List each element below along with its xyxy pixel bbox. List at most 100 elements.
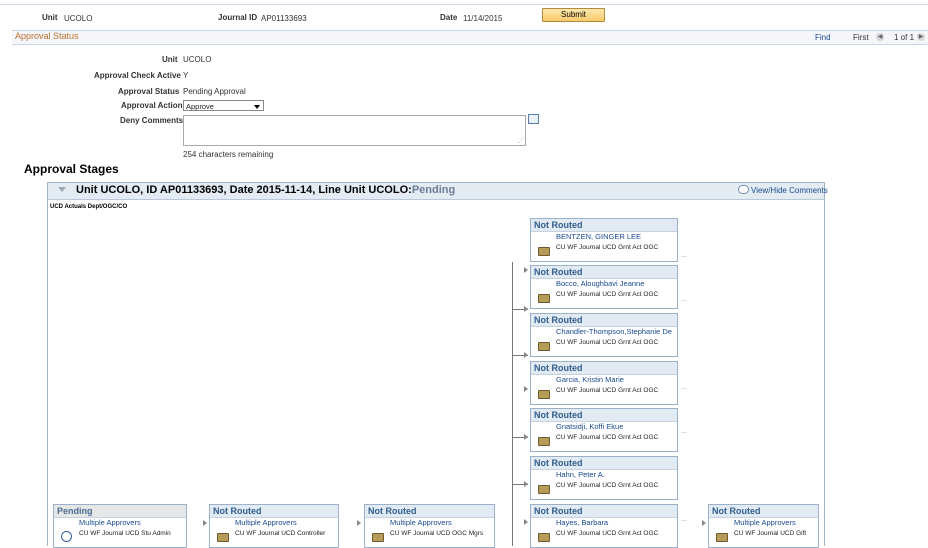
approver-name-link[interactable]: Chandler-Thompson,Stephanie De [556, 327, 672, 336]
expand-icon[interactable] [528, 114, 539, 124]
nav-next-icon[interactable]: ▶ [917, 33, 925, 41]
check-active-value: Y [183, 71, 189, 80]
approval-action-label: Approval Action [121, 101, 183, 110]
more-dash: ... [681, 428, 687, 435]
approver-role: CU WF Journal UCD Controller [235, 530, 326, 537]
approver-card: Not Routed Gnatsidji, Koffi Ekue CU WF J… [530, 408, 678, 452]
approver-icon [372, 533, 384, 542]
stage-title-text: Unit UCOLO, ID AP01133693, Date 2015-11-… [76, 184, 412, 196]
date-label: Date [440, 13, 458, 22]
more-dash: ... [681, 252, 687, 259]
submit-button[interactable]: Submit [542, 8, 605, 22]
approver-icon [538, 485, 550, 494]
approval-status-label: Approval Status [118, 87, 180, 96]
stage-container [47, 182, 825, 546]
deny-comments-label: Deny Comments [120, 116, 184, 125]
approver-card: Not Routed Hayes, Barbara CU WF Journal … [530, 504, 678, 548]
card-status: Not Routed [531, 457, 677, 470]
more-dash: ... [681, 384, 687, 391]
approval-stages-title: Approval Stages [24, 162, 119, 176]
flow-arrow-icon [524, 352, 528, 358]
approver-name-link[interactable]: Multiple Approvers [79, 518, 141, 527]
unit-value: UCOLO [64, 14, 93, 23]
approver-role: CU WF Journal UCD Grnt Act OGC [556, 434, 659, 441]
approver-role: CU WF Journal UCD OGC Mgrs [390, 530, 484, 537]
approval-status-bar [12, 30, 928, 45]
status-unit-label: Unit [162, 55, 178, 64]
path-name: UCD Actuals Dept/OGC/CO [50, 204, 128, 210]
approver-role: CU WF Journal UCD Grnt Act OGC [556, 482, 659, 489]
approver-role: CU WF Journal UCD Grnt Act OGC [556, 387, 659, 394]
approver-card: Not Routed Garcia, Kristin Marie CU WF J… [530, 361, 678, 405]
approver-card: Not Routed Multiple Approvers CU WF Jour… [209, 504, 339, 548]
stage-title: Unit UCOLO, ID AP01133693, Date 2015-11-… [76, 184, 455, 196]
flow-arrow-icon [524, 386, 528, 392]
more-dash: ... [681, 516, 687, 523]
approver-role: CU WF Journal UCD Grnt Act OGC [556, 530, 659, 537]
approver-name-link[interactable]: BENTZEN, GINGER LEE [556, 232, 641, 241]
approver-icon [538, 390, 550, 399]
flow-arrow-icon [203, 520, 207, 526]
approver-card: Not Routed Hahn, Peter A. CU WF Journal … [530, 456, 678, 500]
top-border [0, 0, 928, 5]
chars-remaining: 254 characters remaining [183, 150, 274, 159]
flow-arrow-icon [524, 481, 528, 487]
approver-icon [538, 437, 550, 446]
more-dash: ... [681, 296, 687, 303]
journal-label: Journal ID [218, 13, 258, 22]
card-status: Pending [54, 505, 186, 518]
approval-action-select[interactable]: Approve [183, 100, 264, 111]
clock-icon [61, 531, 72, 542]
approval-status-value: Pending Approval [183, 87, 246, 96]
flow-arrow-icon [524, 434, 528, 440]
approver-icon [538, 342, 550, 351]
flow-arrow-icon [524, 519, 528, 525]
approver-icon [538, 533, 550, 542]
flow-arrow-icon [524, 306, 528, 312]
collapse-icon[interactable] [58, 187, 66, 192]
card-status: Not Routed [210, 505, 338, 518]
card-status: Not Routed [531, 362, 677, 375]
approver-name-link[interactable]: Multiple Approvers [390, 518, 452, 527]
approval-action-value: Approve [186, 102, 214, 111]
stage-title-status: Pending [411, 184, 456, 196]
card-status: Not Routed [365, 505, 494, 518]
comment-bubble-icon[interactable] [738, 185, 749, 194]
approval-status-title: Approval Status [15, 31, 79, 41]
deny-comments-textarea[interactable]: ⋰ [183, 115, 526, 146]
approver-icon [538, 247, 550, 256]
approver-name-link[interactable]: Multiple Approvers [734, 518, 796, 527]
approver-name-link[interactable]: Hayes, Barbara [556, 518, 608, 527]
flow-arrow-icon [702, 520, 706, 526]
approver-card: Not Routed BENTZEN, GINGER LEE CU WF Jou… [530, 218, 678, 262]
connector-vertical [512, 262, 513, 546]
date-value: 11/14/2015 [463, 14, 503, 23]
check-active-label: Approval Check Active [94, 71, 181, 80]
card-status: Not Routed [709, 505, 818, 518]
nav-prev-icon[interactable]: ◀ [876, 33, 884, 41]
approver-name-link[interactable]: Garcia, Kristin Marie [556, 375, 624, 384]
approver-name-link[interactable]: Multiple Approvers [235, 518, 297, 527]
approver-role: CU WF Journal UCD Grnt Act OGC [556, 291, 659, 298]
approver-name-link[interactable]: Gnatsidji, Koffi Ekue [556, 422, 623, 431]
journal-value: AP01133693 [261, 14, 307, 23]
approver-card: Not Routed Chandler-Thompson,Stephanie D… [530, 313, 678, 357]
approver-name-link[interactable]: Bocco, Aloughbavi Jeanne [556, 279, 644, 288]
approver-role: CU WF Journal UCD Grnt Act OGC [556, 339, 659, 346]
view-hide-comments-link[interactable]: View/Hide Comments [751, 186, 828, 195]
status-unit-value: UCOLO [183, 55, 212, 64]
approver-icon [716, 533, 728, 542]
chevron-down-icon [254, 105, 260, 109]
card-status: Not Routed [531, 266, 677, 279]
approver-role: CU WF Journal UCD Gift [734, 530, 807, 537]
card-status: Not Routed [531, 409, 677, 422]
find-link[interactable]: Find [815, 33, 831, 42]
approver-name-link[interactable]: Hahn, Peter A. [556, 470, 605, 479]
resize-handle-icon[interactable]: ⋰ [518, 137, 524, 144]
first-label: First [853, 33, 869, 42]
approver-card: Not Routed Bocco, Aloughbavi Jeanne CU W… [530, 265, 678, 309]
approver-card: Pending Multiple Approvers CU WF Journal… [53, 504, 187, 548]
approver-role: CU WF Journal UCD Stu Admin [79, 530, 171, 537]
flow-arrow-icon [524, 267, 528, 273]
page-count: 1 of 1 [894, 33, 915, 42]
